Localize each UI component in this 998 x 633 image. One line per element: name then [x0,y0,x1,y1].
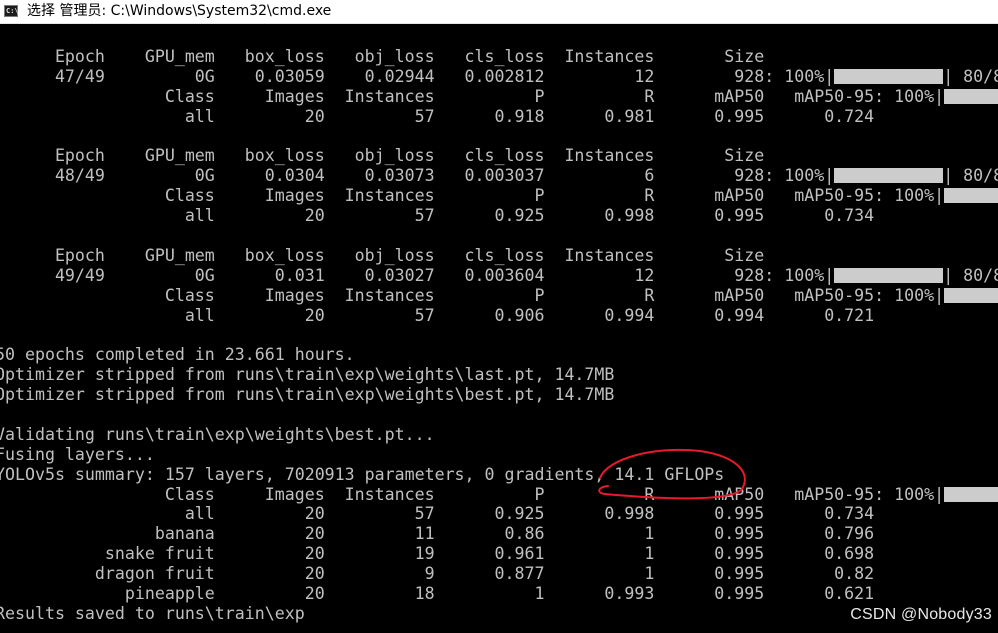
cmd-icon: C:\ [4,5,19,17]
console-text: all 20 57 0.918 0.981 0.995 0.724 [0,106,875,126]
console-line: pineapple 20 18 1 0.993 0.995 0.621 [0,584,998,604]
console-text: Optimizer stripped from runs\train\exp\w… [0,385,615,405]
console-text: all 20 57 0.906 0.994 0.994 0.721 [0,305,875,325]
console-line: Class Images Instances P R mAP50 mAP50-9… [0,186,998,206]
console-text: | 80/80 [943,166,998,186]
console-line: Optimizer stripped from runs\train\exp\w… [0,385,998,405]
console-text: dragon fruit 20 9 0.877 1 0.995 0.82 [0,564,875,584]
console-line: all 20 57 0.906 0.994 0.994 0.721 [0,306,998,326]
progress-bar [944,486,998,502]
console-text: | 80/80 [943,66,998,86]
console-line: Class Images Instances P R mAP50 mAP50-9… [0,87,998,107]
console-text: Epoch GPU_mem box_loss obj_loss cls_loss… [0,146,765,166]
console-text: Validating runs\train\exp\weights\best.p… [0,424,435,444]
console-text: Epoch GPU_mem box_loss obj_loss cls_loss… [0,245,765,265]
console-line: all 20 57 0.918 0.981 0.995 0.724 [0,107,998,127]
console-text: Epoch GPU_mem box_loss obj_loss cls_loss… [0,47,765,66]
console-text: | 80/80 [943,265,998,285]
progress-bar [834,68,944,84]
console-line: Results saved to runs\train\exp [0,604,998,624]
progress-bar [944,88,998,104]
console-text: Fusing layers... [0,444,155,464]
console-line: all 20 57 0.925 0.998 0.995 0.734 [0,206,998,226]
console-text: Class Images Instances P R mAP50 mAP50-9… [0,86,945,106]
console-text: pineapple 20 18 1 0.993 0.995 0.621 [0,584,875,604]
console-line: snake fruit 20 19 0.961 1 0.995 0.698 [0,544,998,564]
console-text: Optimizer stripped from runs\train\exp\w… [0,365,615,385]
progress-bar [944,287,998,303]
console-text: all 20 57 0.925 0.998 0.995 0.734 [0,206,875,226]
console-text: 48/49 0G 0.0304 0.03073 0.003037 6 928: … [0,166,835,186]
console-text: Class Images Instances P R mAP50 mAP50-9… [0,186,945,206]
console-text: YOLOv5s summary: 157 layers, 7020913 par… [0,464,725,484]
console-line: Validating runs\train\exp\weights\best.p… [0,425,998,445]
console-text: Class Images Instances P R mAP50 mAP50-9… [0,484,945,504]
console-line: 47/49 0G 0.03059 0.02944 0.002812 12 928… [0,67,998,87]
window-titlebar: C:\ 选择 管理员: C:\Windows\System32\cmd.exe [0,0,998,24]
console-line: Epoch GPU_mem box_loss obj_loss cls_loss… [0,146,998,166]
watermark: CSDN @Nobody33 [850,606,992,623]
console-line: dragon fruit 20 9 0.877 1 0.995 0.82 [0,564,998,584]
console-line: YOLOv5s summary: 157 layers, 7020913 par… [0,465,998,485]
window-title: 选择 管理员: C:\Windows\System32\cmd.exe [27,3,332,19]
console-text: snake fruit 20 19 0.961 1 0.995 0.698 [0,544,875,564]
console-text: Class Images Instances P R mAP50 mAP50-9… [0,285,945,305]
progress-bar [834,267,944,283]
console-line: Epoch GPU_mem box_loss obj_loss cls_loss… [0,47,998,67]
progress-bar [944,188,998,204]
console-line: 49/49 0G 0.031 0.03027 0.003604 12 928: … [0,266,998,286]
console-line: 48/49 0G 0.0304 0.03073 0.003037 6 928: … [0,166,998,186]
console-text: banana 20 11 0.86 1 0.995 0.796 [0,524,875,544]
console-text: all 20 57 0.925 0.998 0.995 0.734 [0,504,875,524]
console-text: 49/49 0G 0.031 0.03027 0.003604 12 928: … [0,265,835,285]
console-text: 50 epochs completed in 23.661 hours. [0,345,355,365]
console-line: Class Images Instances P R mAP50 mAP50-9… [0,286,998,306]
console-line: Epoch GPU_mem box_loss obj_loss cls_loss… [0,246,998,266]
console-line: all 20 57 0.925 0.998 0.995 0.734 [0,504,998,524]
console-line: Class Images Instances P R mAP50 mAP50-9… [0,485,998,505]
console-text: 47/49 0G 0.03059 0.02944 0.002812 12 928… [0,66,835,86]
console-line: Fusing layers... [0,445,998,465]
console-line: Optimizer stripped from runs\train\exp\w… [0,365,998,385]
console-text: Results saved to runs\train\exp [0,603,305,623]
progress-bar [834,168,944,184]
console-output[interactable]: Epoch GPU_mem box_loss obj_loss cls_loss… [0,47,998,633]
console-line: banana 20 11 0.86 1 0.995 0.796 [0,524,998,544]
console-line: 50 epochs completed in 23.661 hours. [0,345,998,365]
